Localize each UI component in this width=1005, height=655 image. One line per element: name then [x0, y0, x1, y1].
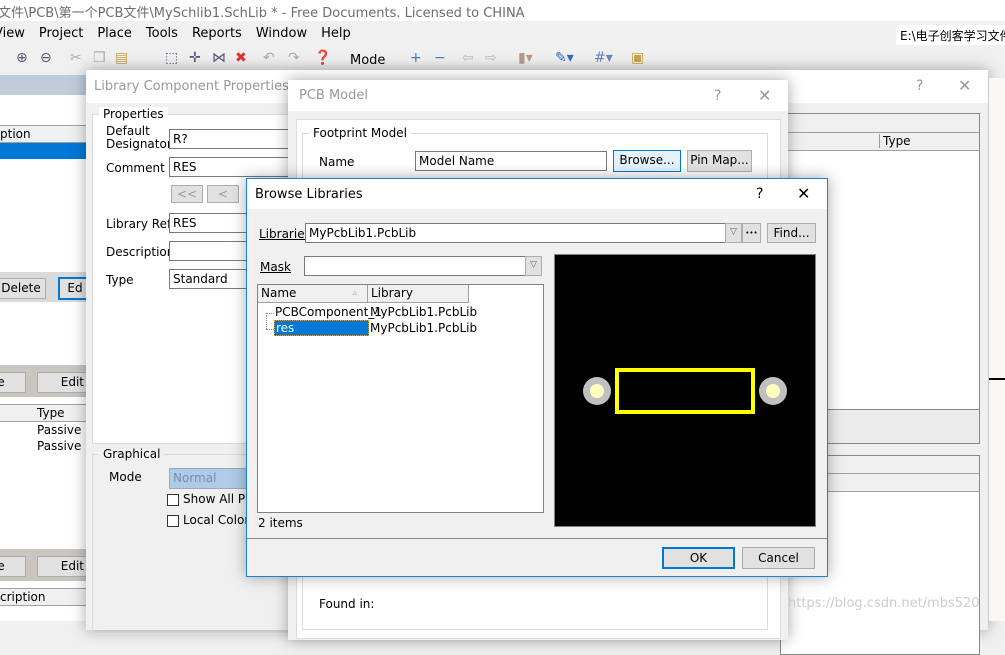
remove-button-2[interactable]: e — [0, 556, 26, 577]
column-header-description-2[interactable]: cription — [0, 588, 90, 606]
library-icon[interactable]: ▣ — [631, 50, 644, 66]
mode-label: Mode — [109, 470, 142, 484]
plus-icon[interactable]: + — [410, 50, 422, 66]
column-header-description[interactable]: ption — [0, 125, 90, 143]
clear-filter-icon[interactable]: ✖ — [235, 50, 247, 66]
description-label: Description — [106, 245, 175, 259]
mask-label: Mask — [260, 260, 291, 274]
menu-view[interactable]: View — [0, 26, 25, 41]
items-count: 2 items — [258, 516, 303, 530]
pad-hole-1 — [590, 384, 604, 398]
dialog-title: PCB Model — [299, 88, 368, 103]
footprint-preview — [554, 254, 816, 527]
zoom-in-icon[interactable]: ⊕ — [16, 50, 28, 66]
watermark: https://blog.csdn.net/mbs520 — [788, 596, 980, 611]
minus-icon[interactable]: − — [434, 50, 446, 66]
selected-row[interactable] — [0, 143, 90, 159]
copy-icon[interactable]: ❐ — [93, 50, 106, 66]
pin-map-button[interactable]: Pin Map... — [687, 150, 752, 172]
browse-button[interactable]: Browse... — [613, 150, 681, 172]
found-in-label: Found in: — [319, 597, 375, 611]
menu-window[interactable]: Window — [256, 26, 307, 41]
grid-icon[interactable]: #▾ — [594, 50, 613, 66]
outline — [615, 368, 755, 414]
components-list: Name ▵ Library PCBComponent_1 MyPcbLib1.P… — [257, 284, 544, 513]
dialog-title: Browse Libraries — [255, 187, 363, 202]
first-button[interactable]: << — [171, 185, 203, 203]
name-label: Name — [319, 155, 355, 169]
list-item-selected[interactable]: res MyPcbLib1.PcbLib — [274, 320, 544, 336]
footprint-name-field[interactable]: Model Name — [415, 151, 607, 171]
mask-field[interactable] — [304, 256, 542, 276]
remove-button[interactable]: e — [0, 372, 26, 393]
comment-field[interactable]: RES — [169, 157, 299, 177]
menu-reports[interactable]: Reports — [192, 26, 242, 41]
select-rect-icon[interactable]: ⬚ — [165, 50, 178, 66]
library-ref-label: Library Ref — [106, 217, 172, 231]
cancel-button[interactable]: Cancel — [742, 547, 815, 569]
help-button[interactable]: ? — [756, 186, 763, 202]
help-button[interactable]: ? — [714, 88, 721, 104]
select-icon[interactable]: ⋈ — [212, 50, 226, 66]
title-bar: 文件\PCB\第一个PCB文件\MySchlib1.SchLib * - Fre… — [0, 0, 1005, 21]
more-button[interactable]: ••• — [742, 223, 761, 243]
pin-type: Passive — [37, 439, 82, 453]
close-icon[interactable]: ✕ — [758, 86, 771, 105]
local-colors-checkbox[interactable]: Local Colors — [167, 513, 256, 527]
component-icon[interactable]: ▮▾ — [518, 50, 533, 66]
column-header-type[interactable]: Type — [0, 404, 90, 422]
libraries-select[interactable]: MyPcbLib1.PcbLib — [305, 223, 742, 243]
menu-project[interactable]: Project — [39, 26, 83, 41]
browse-libraries-dialog: Browse Libraries ? ✕ Libraries MyPcbLib1… — [246, 178, 828, 577]
edit-button-2[interactable]: Edit — [37, 372, 93, 393]
help-button[interactable]: ? — [916, 78, 923, 94]
paste-icon[interactable]: ▤ — [115, 50, 128, 66]
mode-select[interactable]: Normal — [169, 468, 249, 489]
redo-icon[interactable]: ↷ — [288, 50, 300, 66]
drawing-tools-icon[interactable]: ✎▾ — [555, 50, 574, 66]
arrow-left-icon[interactable]: ⇦ — [462, 50, 474, 66]
column-header-type[interactable]: Type — [781, 133, 979, 151]
prev-button[interactable]: < — [207, 185, 239, 203]
menu-tools[interactable]: Tools — [146, 26, 178, 41]
ok-button[interactable]: OK — [662, 547, 735, 569]
column-header-name[interactable]: Name ▵ — [258, 285, 368, 303]
edit-button-3[interactable]: Edit — [37, 556, 93, 577]
left-panel: ption Delete Ed e Edit Type Passive Pass… — [0, 75, 93, 621]
cut-icon[interactable]: ✂ — [70, 50, 82, 66]
close-icon[interactable]: ✕ — [797, 184, 810, 203]
menu-bar: View Project Place Tools Reports Window Help — [0, 26, 365, 41]
libraries-label: Libraries — [259, 227, 311, 241]
path-box: E:\电子创客学习文件 — [896, 25, 1005, 45]
find-button[interactable]: Find... — [767, 223, 816, 243]
pin-type: Passive — [37, 423, 82, 437]
help-icon[interactable]: ❓ — [314, 50, 331, 66]
menu-place[interactable]: Place — [97, 26, 132, 41]
move-icon[interactable]: ✛ — [189, 50, 201, 66]
default-designator-field[interactable]: R? — [169, 129, 299, 149]
window-title: 文件\PCB\第一个PCB文件\MySchlib1.SchLib * - Fre… — [0, 6, 525, 21]
chevron-down-icon[interactable]: ▽ — [725, 223, 742, 243]
arrow-right-icon[interactable]: ⇨ — [485, 50, 497, 66]
pad-hole-2 — [766, 384, 780, 398]
zoom-out-icon[interactable]: ⊖ — [40, 50, 52, 66]
comment-label: Comment — [106, 161, 165, 175]
default-designator-label: Default Designator — [106, 124, 172, 151]
delete-button[interactable]: Delete — [0, 278, 46, 299]
close-icon[interactable]: ✕ — [958, 76, 971, 95]
footprint-graphic — [583, 368, 787, 414]
column-header-library[interactable]: Library — [368, 285, 469, 303]
undo-icon[interactable]: ↶ — [263, 50, 275, 66]
list-item[interactable]: PCBComponent_1 MyPcbLib1.PcbLib — [274, 304, 544, 320]
menu-help[interactable]: Help — [321, 26, 351, 41]
type-label: Type — [106, 273, 134, 287]
chevron-down-icon[interactable]: ▽ — [525, 256, 542, 276]
dialog-title: Library Component Properties — [94, 79, 289, 94]
